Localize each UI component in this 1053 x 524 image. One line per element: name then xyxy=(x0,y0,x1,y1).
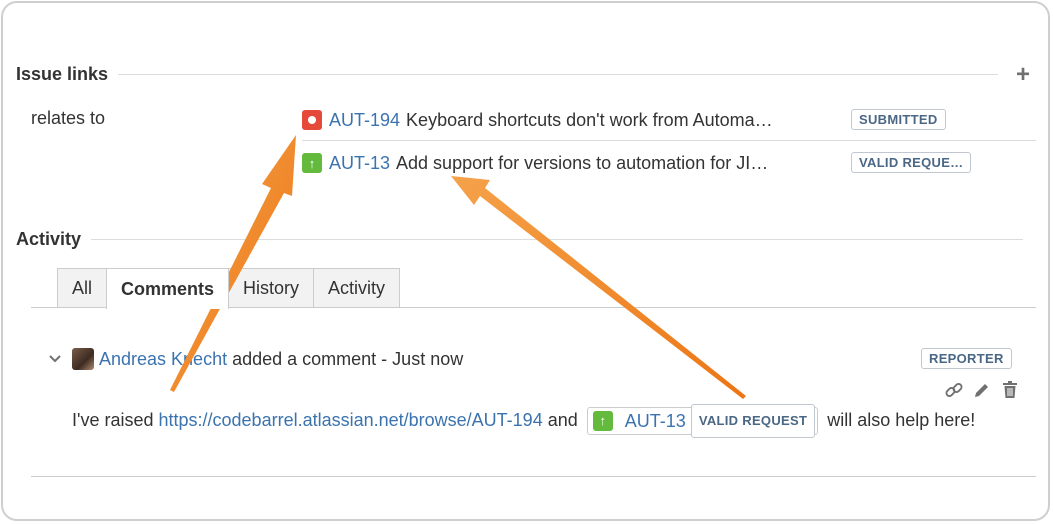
improvement-icon: ↑ xyxy=(302,153,322,173)
comment-url-link[interactable]: https://codebarrel.atlassian.net/browse/… xyxy=(159,410,543,430)
issue-links-header: Issue links xyxy=(16,64,999,85)
row-divider xyxy=(302,140,1036,141)
edit-icon[interactable] xyxy=(972,380,992,400)
inline-issue-link[interactable]: ↑ AUT-13 VALID REQUEST xyxy=(586,404,819,439)
comment-divider xyxy=(31,476,1036,477)
comment-text: I've raised xyxy=(72,410,154,430)
tab-all[interactable]: All xyxy=(57,268,108,308)
bug-icon xyxy=(302,110,322,130)
status-badge: VALID REQUE… xyxy=(851,152,972,173)
relation-label: relates to xyxy=(31,108,106,128)
comment-text: will also help here! xyxy=(827,410,976,430)
status-badge: VALID REQUEST xyxy=(690,404,816,439)
tab-activity[interactable]: Activity xyxy=(313,268,401,308)
reporter-badge: REPORTER xyxy=(921,348,1012,369)
activity-title: Activity xyxy=(16,229,82,249)
activity-divider xyxy=(91,239,1024,240)
comment-text: and xyxy=(547,410,578,430)
comment-author[interactable]: Andreas Knecht xyxy=(99,349,227,370)
status-badge: SUBMITTED xyxy=(851,109,946,130)
link-icon[interactable] xyxy=(944,380,964,400)
tab-history[interactable]: History xyxy=(228,268,315,308)
activity-header: Activity xyxy=(16,229,1024,250)
comment-actions xyxy=(944,380,1020,400)
issue-links-divider xyxy=(118,74,999,75)
comment-meta: added a comment - Just now xyxy=(232,348,464,369)
comment-header: Andreas Knecht added a comment - Just no… xyxy=(48,347,463,371)
issue-link-summary: Keyboard shortcuts don't work from Autom… xyxy=(406,109,773,130)
chevron-down-icon[interactable] xyxy=(48,351,64,367)
avatar[interactable] xyxy=(72,348,94,370)
activity-tabs: All Comments History Activity xyxy=(57,268,401,309)
issue-link-row: ↑ AUT-13 Add support for versions to aut… xyxy=(302,151,768,175)
issue-link-summary: Add support for versions to automation f… xyxy=(396,152,769,173)
inline-issue-key[interactable]: AUT-13 xyxy=(625,406,686,436)
issue-link-row: AUT-194 Keyboard shortcuts don't work fr… xyxy=(302,108,773,132)
improvement-icon: ↑ xyxy=(592,411,613,432)
issue-link-key[interactable]: AUT-194 xyxy=(329,110,400,131)
issue-link-key[interactable]: AUT-13 xyxy=(329,153,390,174)
tab-comments[interactable]: Comments xyxy=(106,268,230,309)
delete-icon[interactable] xyxy=(1000,380,1020,400)
comment-body: I've raised https://codebarrel.atlassian… xyxy=(72,404,1032,439)
plus-icon[interactable]: + xyxy=(1016,63,1030,87)
issue-links-title: Issue links xyxy=(16,64,109,84)
